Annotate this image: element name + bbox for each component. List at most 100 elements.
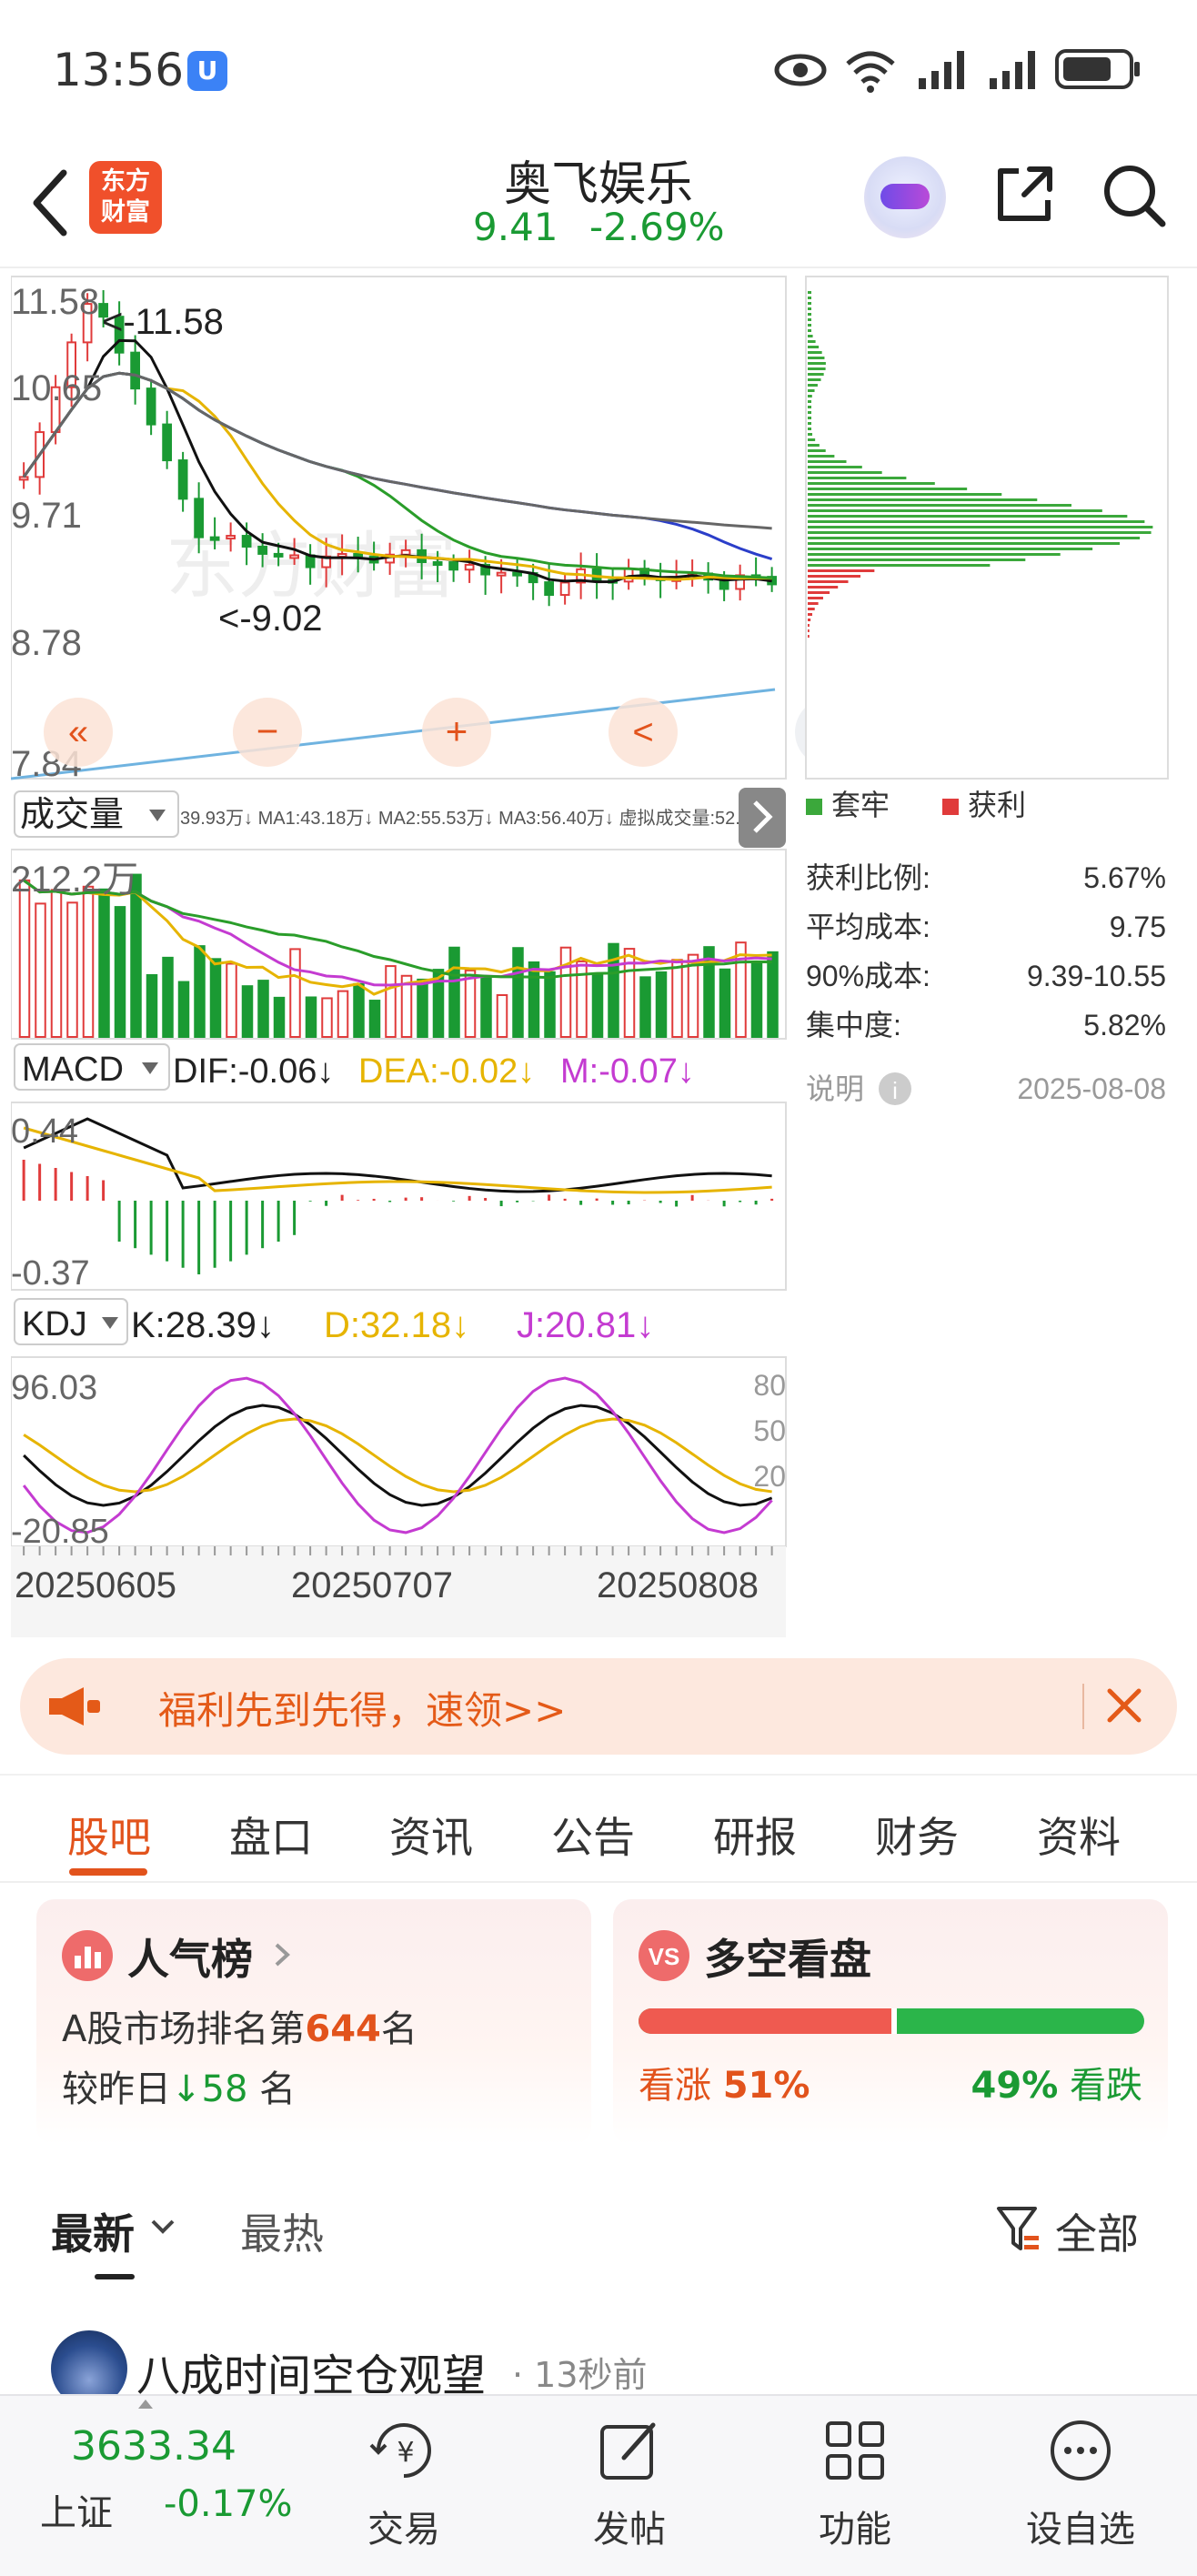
filter-icon[interactable] [995,2203,1042,2256]
chip-note-label[interactable]: 说明 [806,1072,864,1105]
volume-bar [241,985,254,1038]
chip-bar [808,482,935,485]
add-watchlist-icon[interactable] [1048,2418,1113,2483]
info-icon-glyph: i [892,1077,898,1104]
chip-bar [808,406,811,408]
volume-bar [385,965,397,1038]
volume-bar [273,996,286,1039]
sort-latest[interactable]: 最新 [51,2201,135,2261]
stock-change-pct: -2.69% [589,205,725,249]
index-name[interactable]: 上证 [40,2483,113,2536]
chip-bar [808,400,811,403]
chip-bar [808,553,1061,556]
chip-bar [808,613,812,616]
nav-functions[interactable]: 功能 [764,2500,946,2552]
vs-icon: VS [639,1930,689,1981]
promo-banner[interactable]: 福利先到先得，速领>> [20,1658,1177,1755]
zoom-in-icon: + [446,709,468,752]
volume-selector-label: 成交量 [20,796,124,834]
candle-body [209,536,220,541]
candle-body [289,554,299,559]
tab-announcements[interactable]: 公告 [551,1805,635,1865]
date-label-3: 20250808 [597,1565,759,1605]
sentiment-bar [639,2008,1144,2034]
chip-bar [808,297,811,299]
change-value: 58 [201,2068,248,2110]
svg-text:VS: VS [649,1943,680,1970]
candle-body [544,581,554,597]
chip-bar [808,520,1145,523]
chip-bar [808,493,1002,496]
chip-bar [808,460,847,463]
kline-max-marker: <-11.58 [102,302,224,342]
candle-body [130,351,140,390]
volume-bar [50,889,63,1038]
tab-profile[interactable]: 资料 [1037,1805,1121,1865]
macd-dea: DEA:-0.02↓ [358,1052,535,1091]
trade-icon[interactable]: ¥ [367,2418,440,2483]
candle-body [273,552,284,558]
stock-tabs: 股吧 盘口 资讯 公告 研报 财务 资料 [0,1774,1197,1883]
chip-bar [808,455,835,458]
kline-y-label-3: 9.71 [11,496,82,536]
candle-body [177,459,188,500]
bottom-nav: 3633.34 上证 -0.17% ¥ 交易 发帖 功能 设自选 [0,2394,1197,2576]
nav-add-watchlist[interactable]: 设自选 [990,2500,1172,2552]
sort-hot[interactable]: 最热 [240,2201,324,2261]
legend-trapped-swatch [806,799,822,815]
post-icon[interactable] [597,2418,662,2483]
volume-bar [289,948,301,1039]
stat-label-avg-cost: 平均成本: [806,911,930,943]
chip-bar [808,619,811,621]
chip-bar [808,477,907,479]
kline-y-label-4: 8.78 [11,623,82,663]
chip-bar [808,417,811,419]
tab-guba[interactable]: 股吧 [67,1805,151,1865]
volume-bar [146,973,158,1039]
volume-bar [98,888,110,1038]
chip-bar [808,335,813,337]
macd-dif: DIF:-0.06↓ [173,1052,334,1091]
volume-bar [114,906,126,1038]
chip-bar [808,624,810,627]
bull-bear-card[interactable]: VS 多空看盘 看涨 51% 49% 看跌 [613,1899,1168,2145]
nav-trade[interactable]: 交易 [313,2500,495,2552]
promo-text[interactable]: 福利先到先得，速领>> [158,1680,566,1736]
share-icon[interactable] [991,162,1057,227]
status-time: 13:56 [53,44,185,96]
chevron-right-icon [275,1943,290,1967]
stat-label-concentration: 集中度: [806,1009,901,1041]
scroll-left-fast-icon: « [68,712,88,752]
volume-bar [226,962,237,1038]
kdj-panel [11,1356,787,1547]
kdj-right-label-80: 80 [753,1369,786,1402]
candle-body [353,553,363,558]
functions-icon[interactable] [822,2418,888,2483]
search-icon[interactable] [1101,162,1168,229]
tab-pankou[interactable]: 盘口 [229,1805,313,1865]
kline-min-marker: <-9.02 [218,599,323,639]
tab-research[interactable]: 研报 [713,1805,797,1865]
tab-finance[interactable]: 财务 [875,1805,959,1865]
chip-bar [808,362,826,365]
chip-bar [808,548,1093,550]
nav-post[interactable]: 发帖 [538,2500,720,2552]
index-value[interactable]: 3633.34 [71,2423,236,2470]
close-icon[interactable] [1095,1676,1153,1735]
expand-indicators-button[interactable] [739,788,786,848]
tab-news[interactable]: 资讯 [389,1805,473,1865]
index-change[interactable]: -0.17% [164,2483,293,2525]
filter-all[interactable]: 全部 [1055,2201,1139,2261]
stock-chart-area[interactable]: 东方财富 11.58 10.65 9.71 8.78 7.84 <-11.58 … [11,273,1186,1637]
volume-bar [464,969,477,1039]
chip-bar [808,438,816,441]
chip-bar [808,580,849,583]
robot-icon [880,184,930,209]
volume-ma-legend: 39.93万↓ MA1:43.18万↓ MA2:55.53万↓ MA3:56.4… [180,808,779,829]
volume-bar [35,902,46,1039]
volume-bar [671,959,683,1039]
popularity-card[interactable]: 人气榜 A股市场排名第644名 较昨日↓58 名 [36,1899,591,2145]
chevron-down-icon[interactable] [149,2216,176,2238]
volume-bar [750,962,763,1039]
chip-bar [808,340,816,343]
